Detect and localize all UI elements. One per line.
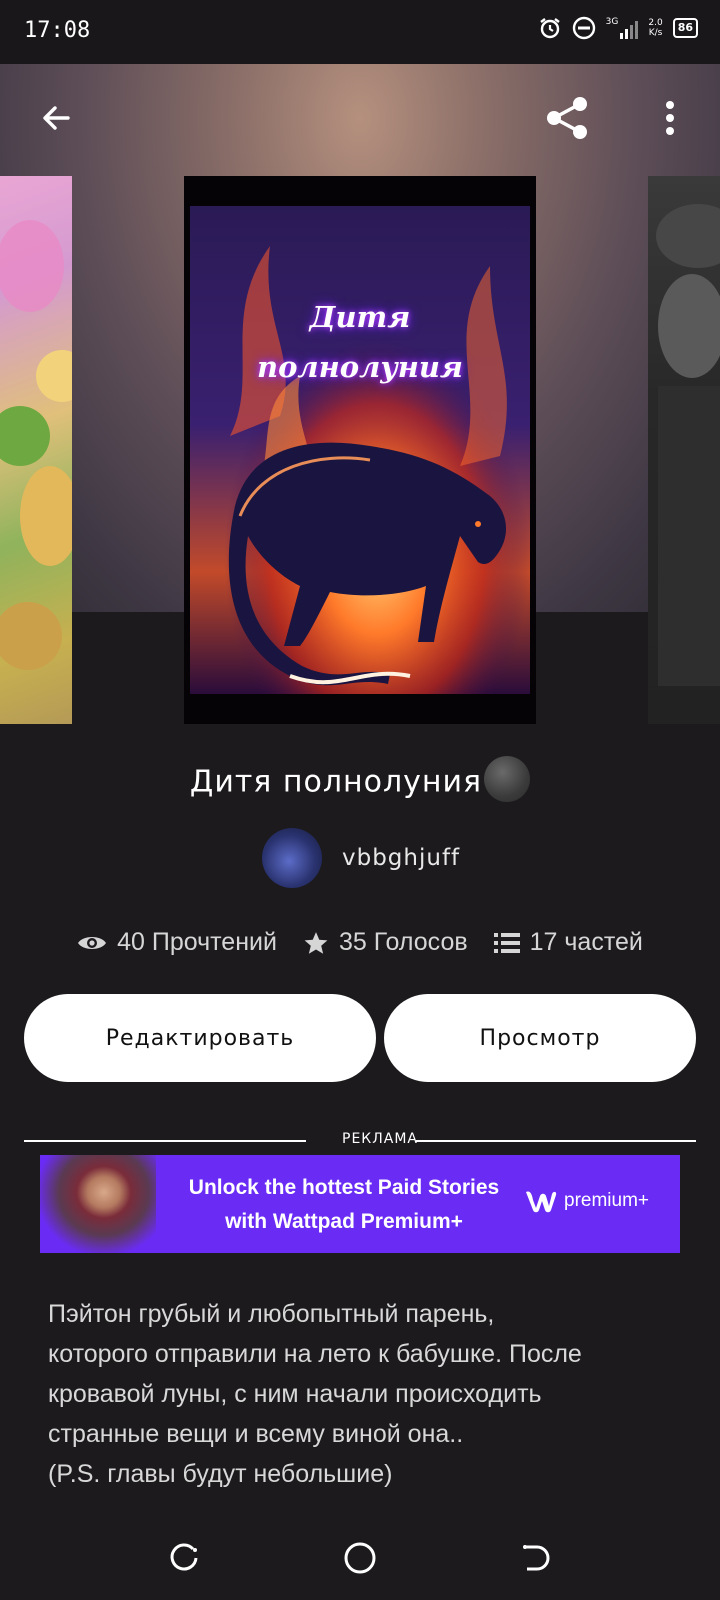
votes-count: 35 Голосов — [338, 928, 468, 956]
alarm-icon — [539, 18, 560, 39]
battery-indicator: 86 — [672, 18, 698, 38]
cover-title-line1: Дитя — [309, 300, 411, 334]
status-icons: 3G 2.0 K/s 86 — [538, 16, 698, 40]
share-icon — [547, 97, 587, 139]
status-bar: 17:08 3G 2.0 K/s 86 — [0, 0, 720, 64]
ad-text: Unlock the hottest Paid Stories with Wat… — [144, 1171, 544, 1239]
new-moon-face-icon — [484, 756, 531, 802]
edit-button[interactable]: Редактировать — [24, 994, 376, 1082]
recent-apps-icon — [170, 1543, 198, 1571]
back-nav-button[interactable] — [514, 1536, 558, 1580]
story-cover[interactable]: Дитя полнолуния — [184, 176, 536, 724]
arrow-left-icon — [43, 106, 70, 130]
recent-apps-button[interactable] — [162, 1536, 206, 1580]
author-link[interactable]: vbbghjuff — [262, 828, 460, 888]
ad-line2: with Wattpad Premium+ — [225, 1210, 463, 1233]
description-line: которого отправили на лето к бабушке. По… — [48, 1340, 582, 1368]
description-line: Пэйтон грубый и любопытный парень, — [48, 1300, 495, 1328]
avatar — [262, 828, 322, 888]
network-type: 3G — [605, 17, 619, 27]
description-line: кровавой луны, с ним начали происходить — [48, 1380, 542, 1408]
more-vertical-icon — [666, 101, 674, 135]
status-time: 17:08 — [24, 18, 91, 43]
wattpad-premium-logo: premium+ — [524, 1188, 649, 1214]
cover-title-line2: полнолуния — [256, 350, 464, 384]
ad-banner[interactable]: Unlock the hottest Paid Stories with Wat… — [40, 1155, 680, 1253]
eye-icon — [78, 936, 107, 949]
description-line: странные вещи и всему виной она.. — [48, 1420, 464, 1448]
cover-artwork — [190, 206, 530, 694]
author-name: vbbghjuff — [342, 845, 461, 871]
reads-count: 40 Прочтений — [117, 928, 277, 956]
home-circle-icon — [344, 1542, 376, 1574]
story-title: Дитя полнолуния — [0, 756, 720, 806]
story-description: Пэйтон грубый и любопытный парень, котор… — [48, 1294, 688, 1494]
ad-person-image — [40, 1155, 156, 1253]
do-not-disturb-icon — [572, 16, 595, 40]
list-icon — [493, 932, 520, 953]
description-line: (P.S. главы будут небольшие) — [48, 1460, 393, 1488]
cover-thumbnail-art — [0, 220, 72, 670]
ad-divider: РЕКЛАМА — [24, 1131, 696, 1151]
votes-stat: 35 Голосов — [303, 928, 468, 957]
system-nav-bar — [0, 1516, 720, 1600]
back-button[interactable] — [30, 92, 82, 144]
ad-logo-text: premium+ — [564, 1190, 649, 1211]
next-story-cover[interactable] — [648, 176, 720, 724]
home-button[interactable] — [338, 1536, 382, 1580]
story-title-text: Дитя полнолуния — [189, 764, 483, 800]
reads-stat: 40 Прочтений — [77, 928, 277, 957]
preview-button[interactable]: Просмотр — [384, 994, 696, 1082]
more-options-button[interactable] — [646, 92, 694, 144]
parts-count: 17 частей — [529, 928, 643, 956]
parts-stat: 17 частей — [493, 928, 643, 957]
star-icon — [304, 931, 328, 954]
net-speed: 2.0 K/s — [648, 18, 663, 38]
wattpad-w-icon — [526, 1191, 557, 1213]
story-stats: 40 Прочтений 35 Голосов 17 частей — [0, 928, 720, 957]
share-button[interactable] — [542, 92, 594, 144]
back-nav-icon — [523, 1545, 550, 1571]
previous-story-cover[interactable] — [0, 176, 72, 724]
signal-icon: 3G — [606, 17, 639, 39]
cover-thumbnail-art — [656, 204, 720, 686]
ad-line1: Unlock the hottest Paid Stories — [188, 1176, 500, 1199]
ad-label: РЕКЛАМА — [342, 1131, 418, 1147]
